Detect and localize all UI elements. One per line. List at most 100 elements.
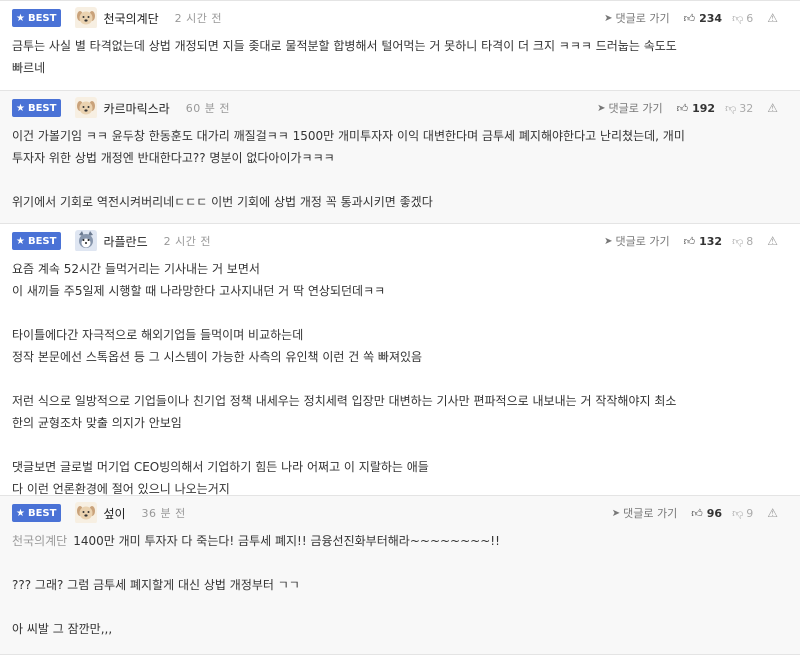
downvote-button[interactable]: 👎︎ 6: [732, 12, 753, 25]
send-icon: ➤: [597, 102, 606, 114]
best-badge-label: BEST: [27, 12, 57, 24]
reply-label: 댓글로 가기: [608, 102, 663, 115]
comment-line: 댓글보면 글로벌 머기업 CEO빙의해서 기업하기 힘든 나라 어쩌고 이 지랄…: [12, 460, 429, 474]
avatar[interactable]: [75, 7, 98, 29]
avatar[interactable]: [75, 502, 98, 524]
husky-icon: [75, 230, 98, 252]
comment-actions: ➤ 댓글로 가기 👍︎ 132 👎︎ 8 ⚠: [604, 224, 778, 258]
comment-text: 1400만 개미 투자자 다 죽는다! 금투세 폐지!! 금융선진화부터해라~~…: [73, 534, 500, 548]
comment-body: 이건 가볼기임 ㅋㅋ 윤두창 한동훈도 대가리 깨질걸ㅋㅋ 1500만 개미투자…: [0, 125, 800, 213]
comment-line: 아 씨발 그 잠깐만,,,: [12, 622, 113, 636]
comment-line: 투자자 위한 상법 개정엔 반대한다고?? 명분이 없다아이가ㅋㅋㅋ: [12, 151, 335, 165]
dog-icon: [75, 7, 98, 29]
comment-header: ★ BEST 카르마릭스라 60 분 전 ➤ 댓글로 가기 👍︎ 192 👎︎ 32 ⚠: [0, 91, 800, 125]
avatar[interactable]: [75, 230, 98, 252]
best-badge: ★ BEST: [12, 9, 62, 27]
comment-body: 금투는 사실 별 타격없는데 상법 개정되면 지들 좆대로 물적분할 합병해서 …: [0, 35, 800, 79]
best-badge-label: BEST: [27, 102, 57, 114]
comment-line: 빠르네: [12, 61, 46, 75]
comment-line: 저런 식으로 일방적으로 기업들이나 친기업 정책 내세우는 정치세력 입장만 …: [12, 394, 677, 408]
reply-link[interactable]: ➤ 댓글로 가기: [604, 233, 670, 249]
downvote-button[interactable]: 👎︎ 9: [732, 507, 753, 520]
reply-label: 댓글로 가기: [615, 235, 670, 248]
comment-item: ★ BEST 카르마릭스라 60 분 전 ➤ 댓글로 가기 👍︎ 192 👎︎ 32 ⚠ 이건 가볼기…: [0, 91, 800, 224]
comment-line: 요즘 계속 52시간 들먹거리는 기사내는 거 보면서: [12, 262, 260, 276]
send-icon: ➤: [611, 507, 621, 519]
report-icon[interactable]: ⚠: [767, 11, 778, 25]
thumbs-down-icon: 👎︎: [732, 506, 744, 520]
thumbs-up-icon: 👍︎: [683, 11, 696, 25]
comment-list: ★ BEST 천국의계단 2 시간 전 ➤ 댓글로 가기 👍︎ 234 👎︎ 6 ⚠ 금투는 사실 별…: [0, 0, 800, 655]
upvote-button[interactable]: 👍︎ 96: [691, 507, 722, 520]
send-icon: ➤: [604, 235, 613, 247]
star-icon: ★: [16, 507, 25, 519]
report-icon[interactable]: ⚠: [767, 234, 778, 248]
reply-label: 댓글로 가기: [623, 507, 678, 520]
comment-line: 이건 가볼기임 ㅋㅋ 윤두창 한동훈도 대가리 깨질걸ㅋㅋ 1500만 개미투자…: [12, 129, 685, 143]
comment-actions: ➤ 댓글로 가기 👍︎ 234 👎︎ 6 ⚠: [604, 1, 778, 35]
best-badge: ★ BEST: [12, 99, 62, 117]
upvote-count: 192: [692, 101, 716, 115]
comment-line: 위기에서 기회로 역전시켜버리네ㄷㄷㄷ 이번 기회에 상법 개정 꼭 통과시키면…: [12, 195, 433, 209]
comment-line: 천국의계단 1400만 개미 투자자 다 죽는다! 금투세 폐지!! 금융선진화부…: [12, 530, 786, 552]
reply-label: 댓글로 가기: [615, 12, 670, 25]
report-icon[interactable]: ⚠: [767, 506, 778, 520]
send-icon: ➤: [604, 12, 613, 24]
upvote-button[interactable]: 👍︎ 132: [684, 235, 722, 248]
downvote-count: 32: [739, 101, 754, 115]
report-icon[interactable]: ⚠: [767, 101, 778, 115]
avatar[interactable]: [75, 97, 98, 119]
downvote-button[interactable]: 👎︎ 32: [725, 102, 753, 115]
timestamp: 36 분 전: [141, 507, 186, 520]
comment-body: 요즘 계속 52시간 들먹거리는 기사내는 거 보면서이 새끼들 주5일제 시행…: [0, 258, 800, 500]
comment-item: ★ BEST 라플란드 2 시간 전 ➤ 댓글로 가기 👍︎ 132 👎︎ 8 ⚠ 요즘 계속 52시…: [0, 224, 800, 496]
nickname[interactable]: 천국의계단: [103, 10, 158, 27]
star-icon: ★: [16, 235, 25, 247]
upvote-count: 96: [706, 506, 723, 520]
star-icon: ★: [16, 12, 25, 24]
nickname[interactable]: 섶이: [103, 505, 125, 522]
timestamp: 60 분 전: [185, 102, 230, 115]
comment-actions: ➤ 댓글로 가기 👍︎ 96 👎︎ 9 ⚠: [612, 496, 778, 530]
dog-icon: [75, 97, 98, 119]
downvote-button[interactable]: 👎︎ 8: [732, 235, 753, 248]
comment-line: 이 새끼들 주5일제 시행할 때 나라망한다 고사지내던 거 딱 연상되던데ㅋㅋ: [12, 284, 386, 298]
thumbs-down-icon: 👎︎: [732, 11, 744, 25]
nickname[interactable]: 라플란드: [103, 233, 147, 250]
comment-body: 천국의계단 1400만 개미 투자자 다 죽는다! 금투세 폐지!! 금융선진화부…: [0, 530, 800, 640]
downvote-count: 8: [746, 234, 754, 248]
comment-line: 한의 균형조차 맞출 의지가 안보임: [12, 416, 182, 430]
comment-item: ★ BEST 천국의계단 2 시간 전 ➤ 댓글로 가기 👍︎ 234 👎︎ 6 ⚠ 금투는 사실 별…: [0, 0, 800, 91]
reply-link[interactable]: ➤ 댓글로 가기: [612, 505, 678, 521]
upvote-button[interactable]: 👍︎ 234: [684, 12, 722, 25]
best-badge-label: BEST: [27, 507, 57, 519]
timestamp: 2 시간 전: [174, 12, 223, 25]
comment-actions: ➤ 댓글로 가기 👍︎ 192 👎︎ 32 ⚠: [597, 91, 778, 125]
downvote-count: 6: [746, 11, 754, 25]
comment-line: ??? 그래? 그럼 금투세 폐지할게 대신 상법 개정부터 ㄱㄱ: [12, 578, 300, 592]
reply-link[interactable]: ➤ 댓글로 가기: [604, 10, 670, 26]
timestamp: 2 시간 전: [163, 235, 211, 248]
star-icon: ★: [16, 102, 25, 114]
nickname[interactable]: 카르마릭스라: [103, 100, 169, 117]
thumbs-down-icon: 👎︎: [725, 101, 737, 115]
thumbs-up-icon: 👍︎: [676, 101, 689, 115]
best-badge: ★ BEST: [12, 504, 62, 522]
reply-link[interactable]: ➤ 댓글로 가기: [597, 100, 663, 116]
comment-header: ★ BEST 천국의계단 2 시간 전 ➤ 댓글로 가기 👍︎ 234 👎︎ 6 ⚠: [0, 1, 800, 35]
thumbs-down-icon: 👎︎: [732, 234, 744, 248]
dog-icon: [75, 502, 98, 524]
comment-item: ★ BEST 섶이 36 분 전 ➤ 댓글로 가기 👍︎ 96 👎︎ 9 ⚠ 천국의계단 1400만 개…: [0, 496, 800, 655]
upvote-button[interactable]: 👍︎ 192: [677, 102, 715, 115]
quoted-nickname[interactable]: 천국의계단: [12, 534, 67, 548]
upvote-count: 132: [699, 234, 723, 248]
comment-line: 금투는 사실 별 타격없는데 상법 개정되면 지들 좆대로 물적분할 합병해서 …: [12, 39, 677, 53]
comment-header: ★ BEST 섶이 36 분 전 ➤ 댓글로 가기 👍︎ 96 👎︎ 9 ⚠: [0, 496, 800, 530]
thumbs-up-icon: 👍︎: [691, 506, 703, 520]
